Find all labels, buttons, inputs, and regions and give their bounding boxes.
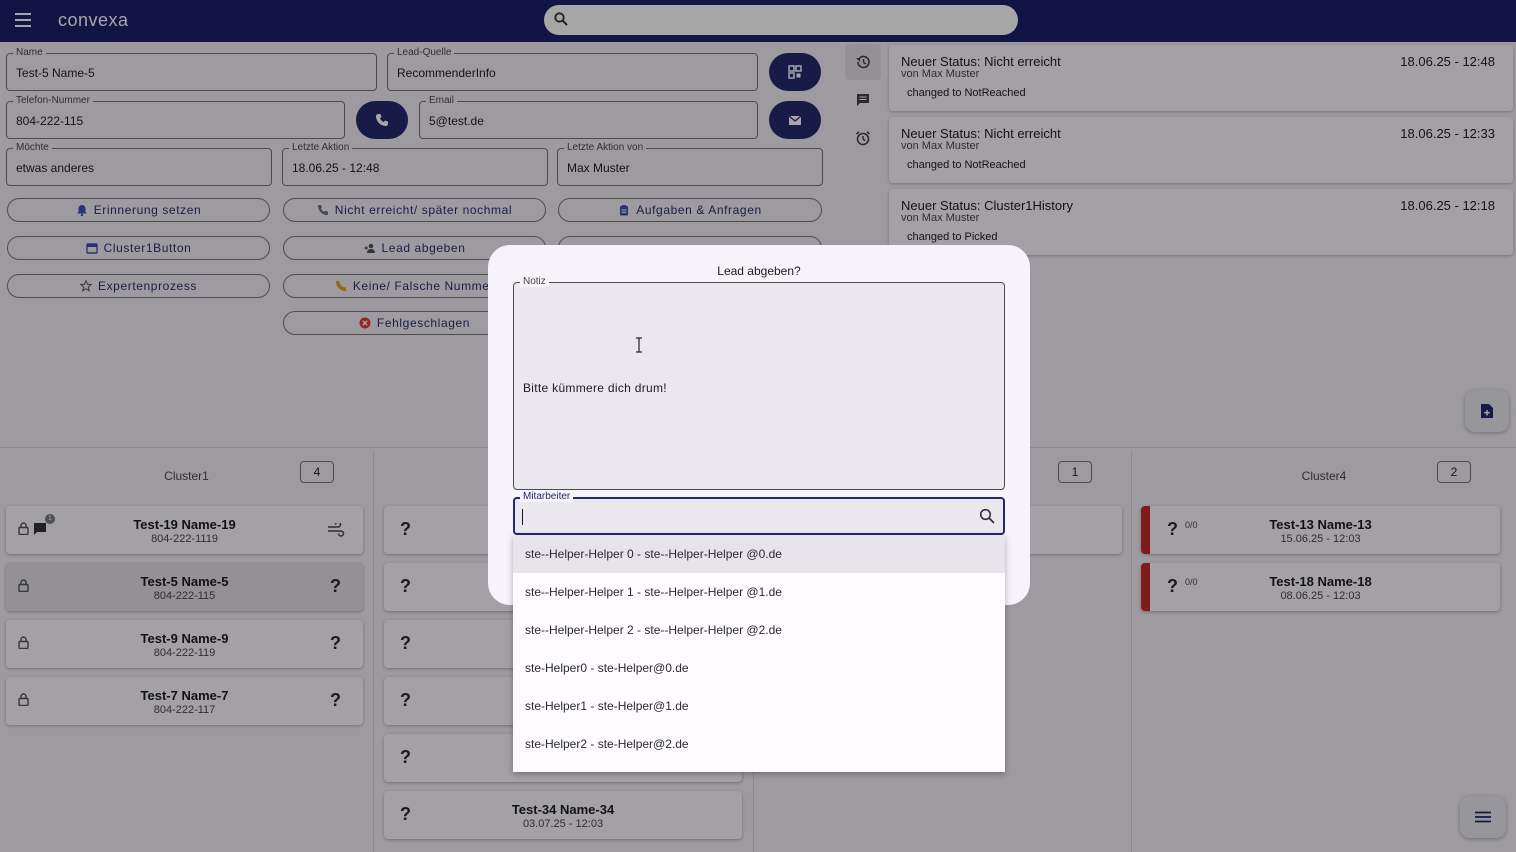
dialog-title: Lead abgeben?	[717, 264, 801, 278]
employee-search-input[interactable]: Mitarbeiter	[513, 491, 1005, 535]
employee-option[interactable]: ste-Helper2 - ste-Helper@2.de	[513, 725, 1005, 763]
employee-option[interactable]: ste-Helper1 - ste-Helper@1.de	[513, 687, 1005, 725]
employee-option[interactable]: ste--Helper-Helper 1 - ste--Helper-Helpe…	[513, 573, 1005, 611]
employee-label: Mitarbeiter	[520, 491, 574, 502]
text-cursor-icon	[636, 337, 642, 353]
note-textarea[interactable]: Notiz Bitte kümmere dich drum!	[513, 276, 1005, 490]
employee-option[interactable]: ste--Helper-Helper 2 - ste--Helper-Helpe…	[513, 611, 1005, 649]
note-value: Bitte kümmere dich drum!	[523, 381, 667, 395]
employee-options-list: ste--Helper-Helper 0 - ste--Helper-Helpe…	[513, 535, 1005, 772]
note-label: Notiz	[520, 276, 549, 287]
employee-option[interactable]: ste-Helper0 - ste-Helper@0.de	[513, 649, 1005, 687]
input-caret	[522, 509, 523, 525]
employee-option[interactable]: ste--Helper-Helper 0 - ste--Helper-Helpe…	[513, 535, 1005, 573]
search-icon[interactable]	[979, 508, 995, 524]
